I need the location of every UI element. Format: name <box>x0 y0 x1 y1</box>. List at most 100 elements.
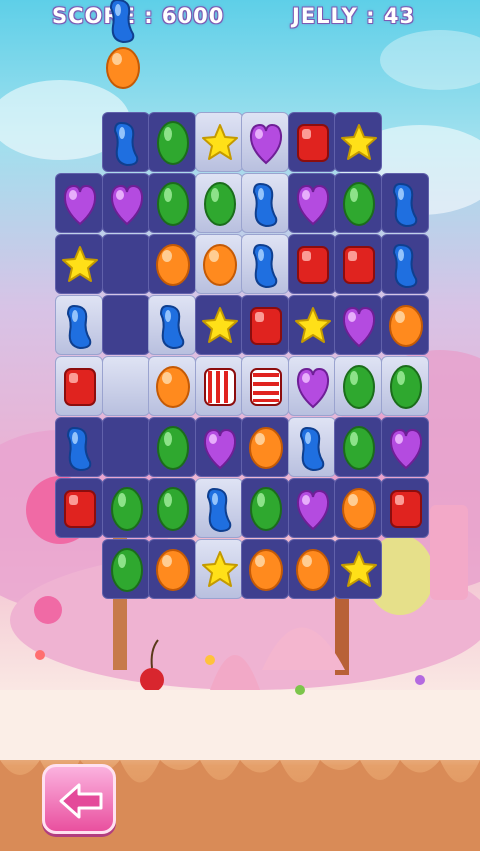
board-cell[interactable] <box>241 417 289 477</box>
board-cell[interactable] <box>101 478 150 538</box>
board-cell[interactable] <box>194 356 243 416</box>
blue-bean-candy[interactable] <box>62 424 98 472</box>
purple-heart-candy[interactable] <box>109 180 145 228</box>
board-cell[interactable] <box>380 234 429 294</box>
board-cell[interactable] <box>287 173 336 233</box>
board-cell[interactable] <box>148 417 196 477</box>
orange-oval-candy[interactable] <box>248 424 284 472</box>
board-cell[interactable] <box>334 112 382 172</box>
green-oval-candy[interactable] <box>388 363 424 411</box>
red-square-candy[interactable] <box>295 241 331 289</box>
board-cell[interactable] <box>148 356 196 416</box>
blue-bean-candy[interactable] <box>248 241 284 289</box>
board-cell[interactable] <box>194 539 243 599</box>
board-cell[interactable] <box>334 539 382 599</box>
board-cell[interactable] <box>148 295 196 355</box>
purple-heart-candy[interactable] <box>295 180 331 228</box>
board-cell[interactable] <box>334 295 382 355</box>
board-cell[interactable] <box>241 539 289 599</box>
green-oval-candy[interactable] <box>341 424 377 472</box>
red-striped-candy[interactable] <box>202 363 238 411</box>
orange-oval-candy[interactable] <box>155 546 191 594</box>
blue-bean-candy[interactable] <box>109 119 145 167</box>
board-cell[interactable] <box>380 173 429 233</box>
purple-heart-candy[interactable] <box>62 180 98 228</box>
board-cell[interactable] <box>148 539 196 599</box>
board-cell[interactable] <box>287 478 336 538</box>
blue-bean-candy[interactable] <box>62 302 98 350</box>
board-cell[interactable] <box>241 478 289 538</box>
purple-heart-candy[interactable] <box>202 424 238 472</box>
green-oval-candy[interactable] <box>202 180 238 228</box>
orange-oval-candy[interactable] <box>341 485 377 533</box>
blue-bean-candy[interactable] <box>202 485 238 533</box>
board-cell[interactable] <box>334 356 382 416</box>
yellow-star-candy[interactable] <box>341 546 377 594</box>
board-cell[interactable] <box>101 112 150 172</box>
orange-oval-candy[interactable] <box>248 546 284 594</box>
board-cell[interactable] <box>380 356 429 416</box>
board-cell[interactable] <box>287 539 336 599</box>
board-cell[interactable] <box>334 173 382 233</box>
board-cell[interactable] <box>241 295 289 355</box>
board-cell[interactable] <box>241 112 289 172</box>
yellow-star-candy[interactable] <box>62 241 98 289</box>
purple-heart-candy[interactable] <box>295 485 331 533</box>
board-cell[interactable] <box>55 234 103 294</box>
board-cell[interactable] <box>101 295 150 355</box>
green-oval-candy[interactable] <box>248 485 284 533</box>
board-cell[interactable] <box>148 112 196 172</box>
purple-heart-candy[interactable] <box>388 424 424 472</box>
board-cell[interactable] <box>101 539 150 599</box>
board-cell[interactable] <box>55 295 103 355</box>
green-oval-candy[interactable] <box>109 546 145 594</box>
orange-oval-candy[interactable] <box>155 363 191 411</box>
board-cell[interactable] <box>287 295 336 355</box>
board-cell[interactable] <box>287 417 336 477</box>
green-oval-candy[interactable] <box>109 485 145 533</box>
yellow-star-candy[interactable] <box>201 302 238 350</box>
board-cell[interactable] <box>194 417 243 477</box>
board-cell[interactable] <box>55 417 103 477</box>
yellow-star-candy[interactable] <box>201 119 238 167</box>
green-oval-candy[interactable] <box>155 424 191 472</box>
purple-heart-candy[interactable] <box>295 363 331 411</box>
board-cell[interactable] <box>241 173 289 233</box>
red-square-candy[interactable] <box>388 485 424 533</box>
red-square-candy[interactable] <box>341 241 377 289</box>
board-cell[interactable] <box>194 478 243 538</box>
board-cell[interactable] <box>148 234 196 294</box>
board-cell[interactable] <box>334 417 382 477</box>
board-cell[interactable] <box>241 356 289 416</box>
blue-bean-candy[interactable] <box>155 302 191 350</box>
board-cell[interactable] <box>194 112 243 172</box>
board-cell[interactable] <box>101 173 150 233</box>
board-cell[interactable] <box>380 295 429 355</box>
orange-oval-candy[interactable] <box>155 241 191 289</box>
blue-bean-candy[interactable] <box>295 424 331 472</box>
board-cell[interactable] <box>194 295 243 355</box>
red-square-candy[interactable] <box>295 119 331 167</box>
green-oval-candy[interactable] <box>341 363 377 411</box>
yellow-star-candy[interactable] <box>341 119 377 167</box>
purple-heart-candy[interactable] <box>341 302 377 350</box>
board-cell[interactable] <box>287 234 336 294</box>
yellow-star-candy[interactable] <box>201 546 238 594</box>
back-button[interactable] <box>42 764 116 834</box>
green-oval-candy[interactable] <box>155 119 191 167</box>
green-oval-candy[interactable] <box>155 180 191 228</box>
board-cell[interactable] <box>380 417 429 477</box>
board-cell[interactable] <box>101 356 150 416</box>
purple-heart-candy[interactable] <box>248 119 284 167</box>
orange-oval-candy[interactable] <box>295 546 331 594</box>
board-cell[interactable] <box>148 478 196 538</box>
yellow-star-candy[interactable] <box>294 302 331 350</box>
blue-bean-candy[interactable] <box>248 180 284 228</box>
board-cell[interactable] <box>101 234 150 294</box>
blue-bean-candy[interactable] <box>388 241 424 289</box>
board-cell[interactable] <box>287 112 336 172</box>
orange-oval-candy[interactable] <box>388 302 424 350</box>
red-square-candy[interactable] <box>248 302 284 350</box>
green-oval-candy[interactable] <box>155 485 191 533</box>
orange-oval-candy[interactable] <box>202 241 238 289</box>
